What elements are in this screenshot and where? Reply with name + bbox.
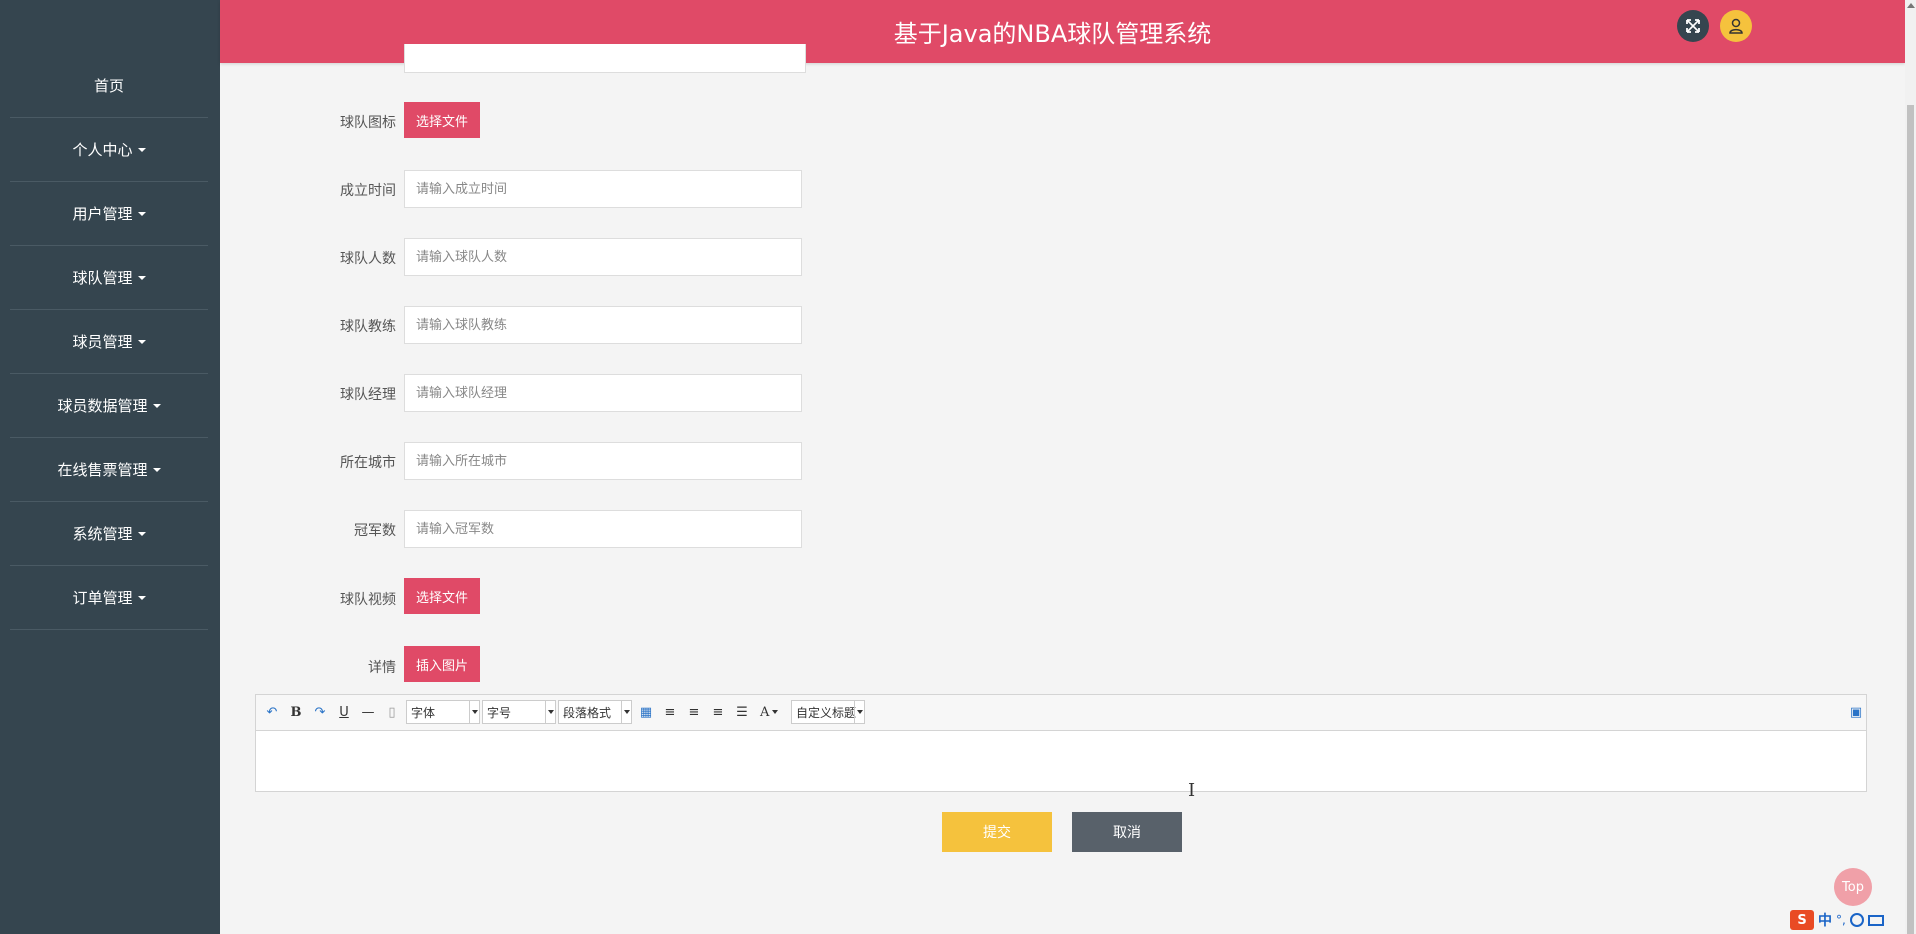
team-icon-upload-button[interactable]: 选择文件: [404, 102, 481, 138]
keyboard-icon[interactable]: [1867, 914, 1884, 926]
caret-down-icon: [137, 339, 146, 344]
coach-label: 球队教练: [340, 319, 396, 335]
rich-text-editor: ↶ B ↷ U — ▯ 字体 字号 段落格式 ▦ ≡ ≡ ≡ ☰ A 自定义标题…: [255, 694, 1867, 792]
caret-down-icon: [137, 211, 146, 216]
horizontal-rule-icon[interactable]: —: [360, 703, 376, 721]
font-family-value: 字体: [411, 705, 436, 720]
user-menu-button[interactable]: [1720, 10, 1752, 42]
scroll-up-arrow-icon[interactable]: [1907, 3, 1915, 8]
sidebar-item-label: 球员管理: [72, 333, 133, 351]
custom-title-value: 自定义标题: [796, 705, 857, 720]
sidebar-item-personal-center[interactable]: 个人中心: [10, 118, 208, 182]
ime-mode[interactable]: 中: [1818, 910, 1832, 930]
sidebar-item-user-management[interactable]: 用户管理: [10, 182, 208, 246]
sidebar-item-label: 在线售票管理: [57, 461, 148, 479]
caret-down-icon: [137, 531, 146, 536]
ime-logo-icon[interactable]: S: [1790, 910, 1814, 930]
undo-icon[interactable]: ↶: [264, 703, 280, 721]
championships-input[interactable]: [404, 510, 802, 548]
sidebar-item-player-management[interactable]: 球员管理: [10, 310, 208, 374]
founded-input[interactable]: [404, 170, 802, 208]
editor-content-area[interactable]: [256, 731, 1866, 791]
editor-toolbar: ↶ B ↷ U — ▯ 字体 字号 段落格式 ▦ ≡ ≡ ≡ ☰ A 自定义标题…: [256, 695, 1866, 731]
table-icon[interactable]: ▦: [638, 703, 654, 721]
chevron-down-icon: [854, 701, 864, 723]
caret-down-icon: [137, 595, 146, 600]
coach-input[interactable]: [404, 306, 802, 344]
sidebar-item-ticket-management[interactable]: 在线售票管理: [10, 438, 208, 502]
font-family-select[interactable]: 字体: [406, 700, 480, 724]
sidebar: 首页 个人中心 用户管理 球队管理 球员管理 球员数据管理 在线售票管理 系统管…: [0, 0, 220, 934]
sidebar-item-label: 首页: [93, 77, 124, 95]
user-icon: [1729, 18, 1743, 34]
team-video-label: 球队视频: [340, 592, 396, 608]
sidebar-item-order-management[interactable]: 订单管理: [10, 566, 208, 630]
details-label: 详情: [368, 660, 396, 676]
bold-icon[interactable]: B: [288, 703, 304, 721]
chevron-down-icon: [621, 701, 631, 723]
underline-icon[interactable]: U: [336, 703, 352, 721]
sidebar-item-label: 订单管理: [72, 589, 133, 607]
sidebar-item-team-management[interactable]: 球队管理: [10, 246, 208, 310]
align-left-icon[interactable]: ≡: [662, 703, 678, 721]
cancel-button[interactable]: 取消: [1072, 812, 1182, 852]
caret-down-icon: [152, 467, 161, 472]
ime-punctuation[interactable]: °,: [1836, 913, 1846, 927]
city-input[interactable]: [404, 442, 802, 480]
redo-icon[interactable]: ↷: [312, 703, 328, 721]
caret-down-icon: [137, 275, 146, 280]
championships-label: 冠军数: [354, 523, 396, 539]
chevron-down-icon: [772, 710, 779, 714]
chevron-down-icon: [545, 701, 555, 723]
document-icon[interactable]: ▯: [384, 703, 400, 721]
scrollbar-thumb[interactable]: [1907, 105, 1914, 934]
align-right-icon[interactable]: ≡: [686, 703, 702, 721]
font-color-label: A: [760, 704, 770, 720]
font-color-icon[interactable]: A: [760, 703, 779, 721]
chevron-down-icon: [469, 701, 479, 723]
city-label: 所在城市: [340, 455, 396, 471]
sidebar-item-label: 球员数据管理: [57, 397, 148, 415]
sidebar-item-player-stats-management[interactable]: 球员数据管理: [10, 374, 208, 438]
insert-image-button[interactable]: 插入图片: [404, 646, 481, 682]
team-video-upload-button[interactable]: 选择文件: [404, 578, 481, 614]
sidebar-item-label: 球队管理: [72, 269, 133, 287]
submit-button[interactable]: 提交: [942, 812, 1052, 852]
sidebar-item-label: 用户管理: [72, 205, 133, 223]
source-code-icon[interactable]: ▣: [1848, 703, 1864, 721]
paragraph-format-value: 段落格式: [563, 705, 612, 720]
custom-title-select[interactable]: 自定义标题: [791, 700, 865, 724]
team-size-input[interactable]: [404, 238, 802, 276]
expand-icon: [1686, 19, 1700, 33]
manager-input[interactable]: [404, 374, 802, 412]
ime-status-bar: S 中 °,: [1790, 908, 1908, 932]
sidebar-item-system-management[interactable]: 系统管理: [10, 502, 208, 566]
founded-label: 成立时间: [340, 183, 396, 199]
team-icon-label: 球队图标: [340, 115, 396, 131]
sidebar-item-label: 个人中心: [72, 141, 133, 159]
text-cursor-icon: I: [1188, 780, 1196, 801]
previous-input-field[interactable]: [404, 44, 806, 73]
paragraph-format-select[interactable]: 段落格式: [558, 700, 632, 724]
align-justify-icon[interactable]: ☰: [734, 703, 750, 721]
back-to-top-button[interactable]: Top: [1834, 868, 1872, 906]
manager-label: 球队经理: [340, 387, 396, 403]
align-center-icon[interactable]: ≡: [710, 703, 726, 721]
sidebar-item-home[interactable]: 首页: [10, 54, 208, 118]
caret-down-icon: [137, 147, 146, 152]
emoji-icon[interactable]: [1849, 913, 1864, 927]
sidebar-item-label: 系统管理: [72, 525, 133, 543]
team-size-label: 球队人数: [340, 251, 396, 267]
font-size-value: 字号: [487, 705, 512, 720]
font-size-select[interactable]: 字号: [482, 700, 556, 724]
fullscreen-button[interactable]: [1677, 10, 1709, 42]
caret-down-icon: [152, 403, 161, 408]
